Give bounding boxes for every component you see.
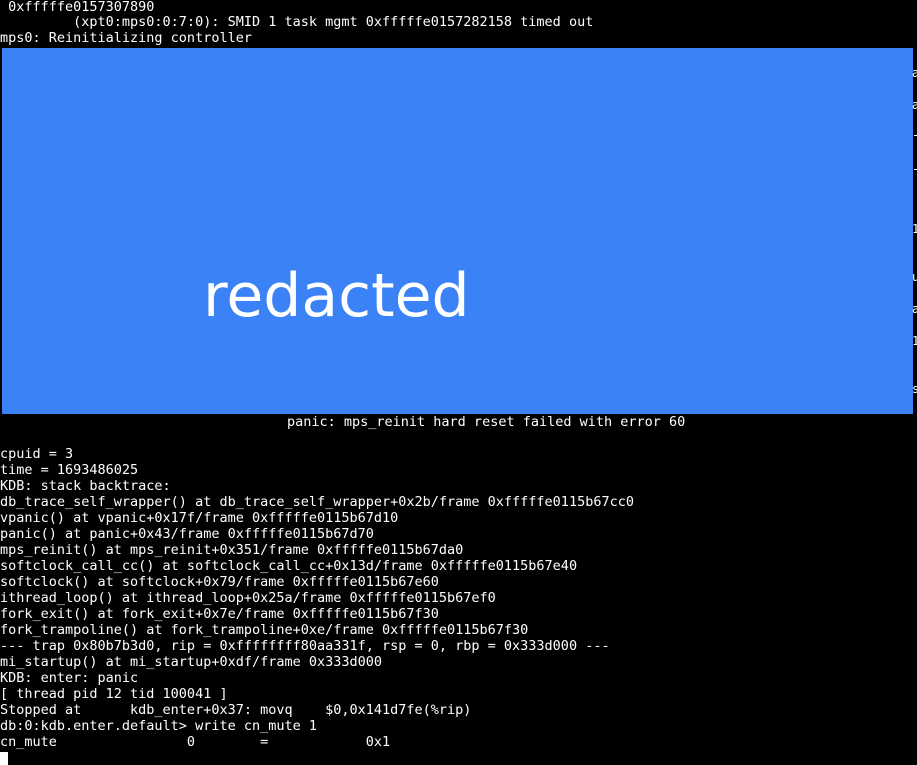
trace-line: db_trace_self_wrapper() at db_trace_self… <box>0 494 634 510</box>
edge-fragment: a <box>912 302 917 316</box>
trace-line: [ thread pid 12 tid 100041 ] <box>0 686 228 702</box>
console-line-address: 0xfffffe0157307890 <box>0 0 155 15</box>
panic-message: panic: mps_reinit hard reset failed with… <box>287 414 686 430</box>
console-line-task-timeout: (xpt0:mps0:0:7:0): SMID 1 task mgmt 0xff… <box>0 14 594 30</box>
trace-line: panic() at panic+0x43/frame 0xfffffe0115… <box>0 526 374 542</box>
edge-fragment: u <box>912 270 917 284</box>
kernel-console: 0xfffffe0157307890 (xpt0:mps0:0:7:0): SM… <box>0 0 917 765</box>
console-line-reinit: mps0: Reinitializing controller <box>0 30 252 46</box>
trace-line: cpuid = 3 <box>0 446 74 462</box>
trace-line: vpanic() at vpanic+0x17f/frame 0xfffffe0… <box>0 510 399 526</box>
trace-line: mps_reinit() at mps_reinit+0x351/frame 0… <box>0 542 464 558</box>
trace-line: softclock() at softclock+0x79/frame 0xff… <box>0 574 439 590</box>
trace-line: mi_startup() at mi_startup+0xdf/frame 0x… <box>0 654 383 670</box>
redaction-overlay: redacted <box>2 48 913 414</box>
debugger-output: cn_mute 0 = 0x1 <box>0 734 391 750</box>
trace-line: Stopped at kdb_enter+0x37: movq $0,0x141… <box>0 702 472 718</box>
edge-fragment: a <box>912 66 917 80</box>
trace-line: ithread_loop() at ithread_loop+0x25a/fra… <box>0 590 496 606</box>
redaction-label: redacted <box>203 261 470 331</box>
edge-fragment: - <box>912 162 917 176</box>
trace-line: KDB: enter: panic <box>0 670 139 686</box>
text-cursor[interactable] <box>0 752 8 765</box>
edge-fragment: 1 <box>912 334 917 348</box>
trace-line: KDB: stack backtrace: <box>0 478 171 494</box>
edge-fragment: 1 <box>912 222 917 236</box>
debugger-command: db:0:kdb.enter.default> write cn_mute 1 <box>0 718 317 734</box>
trace-line: softclock_call_cc() at softclock_call_cc… <box>0 558 578 574</box>
trace-line: fork_trampoline() at fork_trampoline+0xe… <box>0 622 529 638</box>
trace-line: time = 1693486025 <box>0 462 139 478</box>
trace-line: fork_exit() at fork_exit+0x7e/frame 0xff… <box>0 606 439 622</box>
edge-fragment: - <box>912 128 917 142</box>
trace-line: --- trap 0x80b7b3d0, rip = 0xffffffff80a… <box>0 638 610 654</box>
edge-fragment: a <box>912 98 917 112</box>
edge-fragment: s <box>912 382 917 396</box>
